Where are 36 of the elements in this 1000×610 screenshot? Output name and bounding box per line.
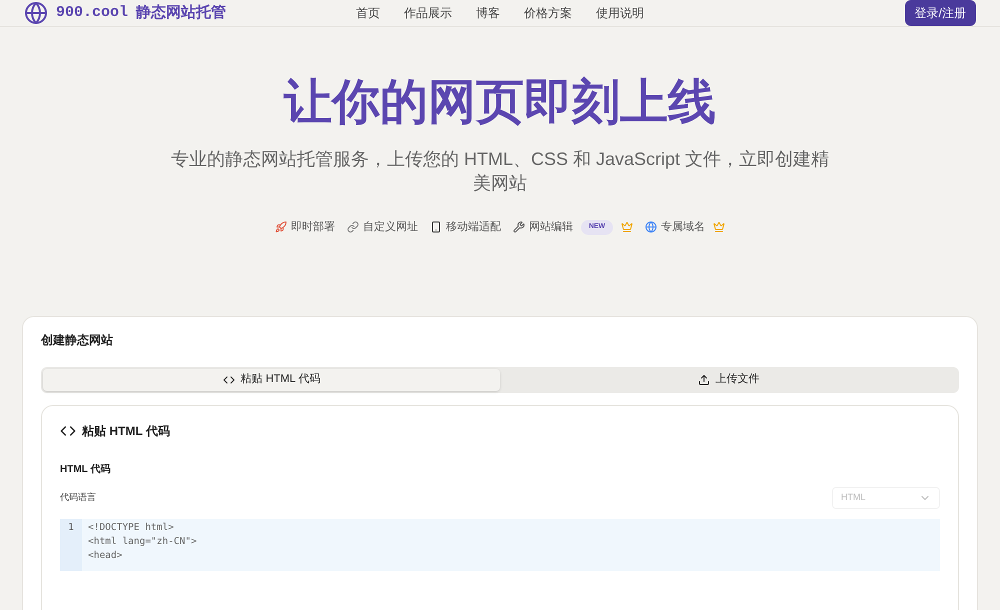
- language-label: 代码语言: [60, 490, 96, 504]
- feature-icon: [645, 221, 658, 234]
- nav-link[interactable]: 使用说明: [596, 4, 644, 22]
- logo-text: 900.cool: [56, 2, 128, 23]
- nav-link[interactable]: 作品展示: [404, 4, 452, 22]
- nav-link[interactable]: 首页: [356, 4, 380, 22]
- feature-label: 自定义网址: [362, 220, 418, 235]
- feature-icon: [346, 221, 359, 234]
- crown-icon: [621, 221, 634, 234]
- section-label: HTML 代码: [60, 462, 112, 476]
- globe-logo-icon: [24, 1, 48, 25]
- panel-title: 粘贴 HTML 代码: [82, 422, 170, 440]
- tab[interactable]: 粘贴 HTML 代码: [43, 368, 500, 390]
- code-icon: [222, 374, 235, 386]
- hero-subtitle: 专业的静态网站托管服务，上传您的 HTML、CSS 和 JavaScript 文件，立即创建精美网站: [170, 148, 830, 195]
- nav-link[interactable]: 价格方案: [524, 4, 572, 22]
- feature-label: 专属域名: [661, 220, 706, 235]
- feature-icon: [430, 221, 442, 234]
- nav-link[interactable]: 博客: [476, 4, 500, 22]
- tab[interactable]: 上传文件: [500, 368, 957, 390]
- line-number: 1: [67, 520, 75, 534]
- login-button[interactable]: 登录/注册: [904, 0, 976, 26]
- card-title: 创建静态网站: [41, 332, 114, 348]
- code-editor[interactable]: 1 <!DOCTYPE html> <html lang="zh-CN"> <head>: [60, 518, 940, 570]
- code-line: <html lang="zh-CN">: [88, 534, 197, 548]
- code-line: <!DOCTYPE html>: [88, 520, 175, 534]
- feature-label: 即时部署: [290, 220, 335, 235]
- feature-label: 网站编辑: [528, 220, 573, 235]
- feature-label: 移动端适配: [446, 220, 501, 235]
- upload-icon: [698, 374, 710, 386]
- site-name: 静态网站托管: [136, 2, 226, 23]
- feature-icon: [274, 221, 287, 234]
- hero-title: 让你的网页即刻上线: [284, 79, 716, 127]
- code-line: <head>: [88, 548, 124, 562]
- crown-icon: [713, 221, 726, 234]
- feature-icon: [512, 221, 525, 234]
